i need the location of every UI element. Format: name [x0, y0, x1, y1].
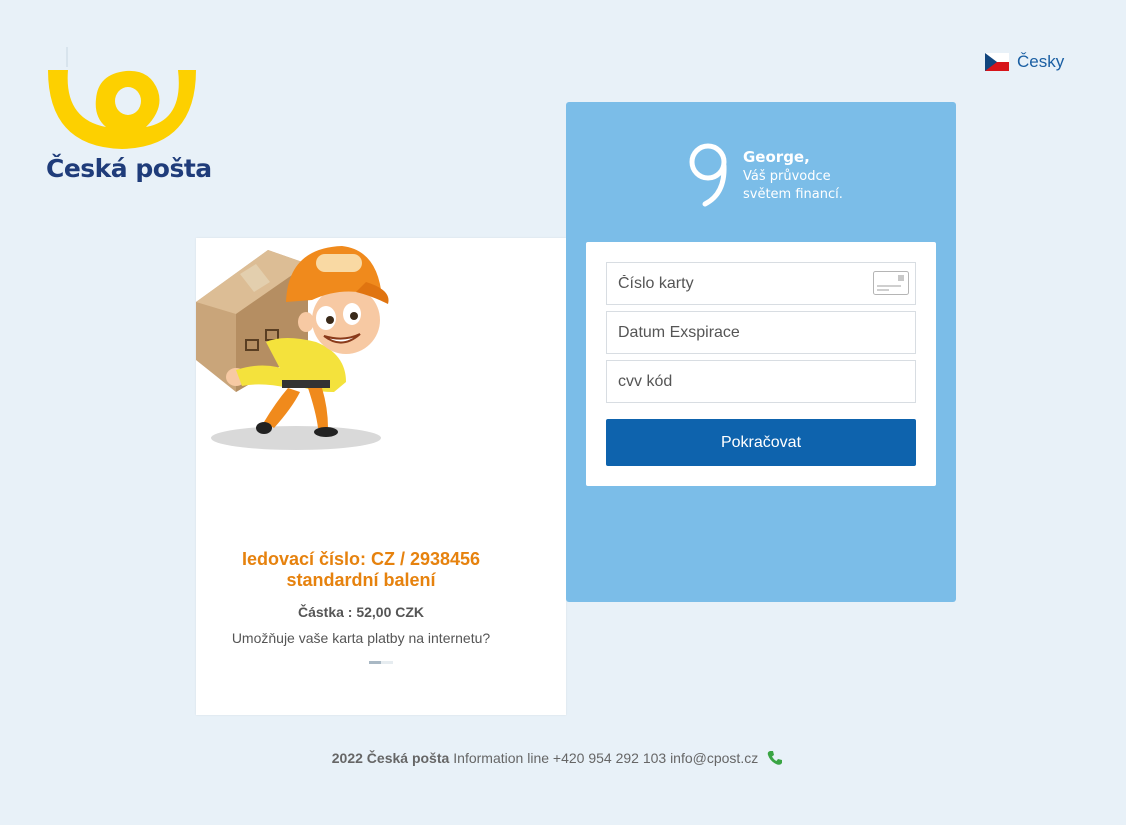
- post-horn-icon: [48, 47, 196, 149]
- slider-indicator: [369, 661, 393, 664]
- czech-flag-icon: [985, 53, 1009, 71]
- card-number-input[interactable]: [606, 262, 916, 305]
- language-label[interactable]: Česky: [1017, 52, 1064, 72]
- tracking-number-text: Iedovací číslo: CZ / 2938456: [241, 549, 481, 569]
- payment-question: Umožňuje vaše karta platby na internetu?: [231, 630, 491, 646]
- continue-button[interactable]: Pokračovat: [606, 419, 916, 466]
- payment-panel: George, Váš průvodce světem financí. Pok…: [566, 102, 956, 602]
- shipment-card: Iedovací číslo: CZ / 2938456 standardní …: [196, 238, 566, 715]
- language-selector[interactable]: Česky: [985, 52, 1064, 72]
- credit-card-icon: [873, 271, 909, 295]
- package-type: standardní balení: [286, 570, 436, 590]
- courier-illustration: [196, 246, 389, 450]
- footer-info: Information line +420 954 292 103 info@c…: [453, 750, 759, 766]
- ceska-posta-logo: Česká pošta: [46, 47, 212, 187]
- amount-text: Částka : 52,00 CZK: [297, 604, 425, 620]
- footer: 2022 Česká pošta Information line +420 9…: [0, 749, 1126, 767]
- george-title: George,: [743, 148, 810, 166]
- footer-copyright: 2022 Česká pošta: [331, 750, 450, 766]
- cvv-input[interactable]: [606, 360, 916, 403]
- george-subtitle-line1: Váš průvodce: [743, 169, 831, 184]
- brand-name: Česká pošta: [46, 154, 212, 183]
- george-subtitle-line2: světem financí.: [743, 187, 843, 202]
- george-logo-icon: [689, 143, 727, 207]
- tracking-number: Iedovací číslo: CZ / 2938456 standardní …: [196, 549, 526, 591]
- card-form: Pokračovat: [586, 242, 936, 486]
- phone-icon: [767, 751, 783, 765]
- george-subtitle: Váš průvodce světem financí.: [743, 168, 843, 204]
- expiry-date-input[interactable]: [606, 311, 916, 354]
